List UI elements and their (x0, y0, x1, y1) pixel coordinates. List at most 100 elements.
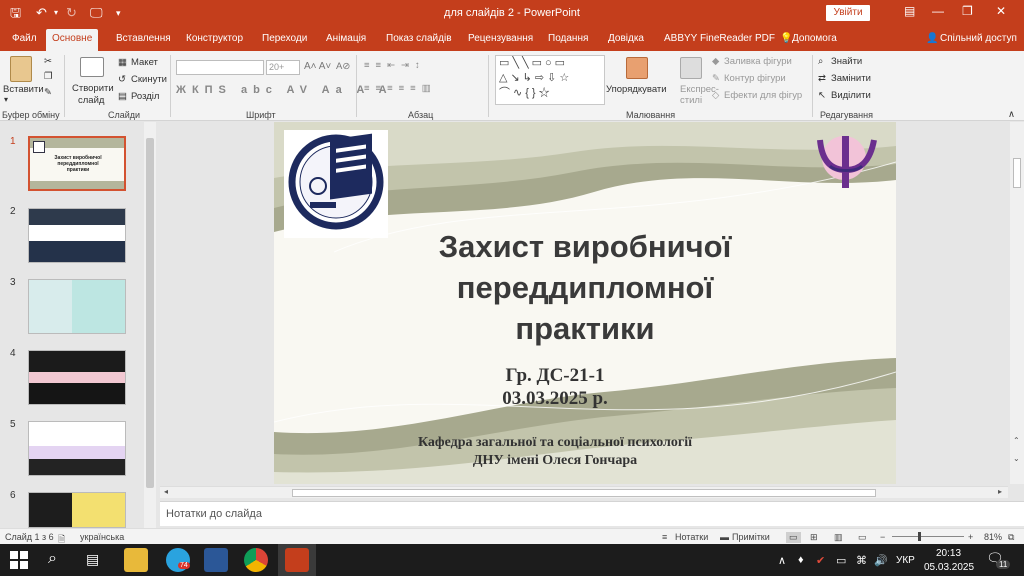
shape-effects-button[interactable]: Ефекти для фігур (724, 90, 802, 101)
zoom-slider-thumb[interactable] (918, 532, 921, 541)
word-icon[interactable] (204, 548, 228, 572)
slide-thumbnail-6[interactable] (28, 492, 126, 528)
shapes-gallery[interactable]: ▭╲╲▭○▭ △↘↳⇨⇩☆ ⌒∿{}☆ (495, 55, 605, 105)
slide-thumbnail-5[interactable] (28, 421, 126, 476)
tab-file[interactable]: Файл (12, 33, 37, 44)
language-indicator[interactable]: українська (80, 532, 124, 542)
scroll-left-icon[interactable]: ◂ (164, 487, 168, 496)
font-size-buttons[interactable]: A˄ A˅ (304, 61, 331, 72)
reset-button[interactable]: Скинути (131, 74, 167, 85)
slide-thumbnail-1[interactable]: Захист виробничої переддипломної практик… (28, 136, 126, 191)
fit-to-window-icon[interactable]: ⧉ (1008, 532, 1014, 543)
slide-horizontal-scrollbar[interactable]: ◂ ▸ (160, 486, 1008, 498)
cut-icon[interactable]: ✂ (44, 56, 52, 67)
shape-fill-button[interactable]: Заливка фігури (724, 56, 792, 67)
slide-thumbnail-2[interactable] (28, 208, 126, 263)
thumbnail-scrollbar[interactable] (144, 122, 156, 528)
replace-button[interactable]: Замінити (831, 73, 871, 84)
zoom-level[interactable]: 81% (984, 532, 1002, 542)
tab-tell-me[interactable]: Допомога (792, 33, 837, 44)
slide-vertical-scrollbar[interactable]: ⌃ ⌄ (1010, 122, 1024, 484)
tab-view[interactable]: Подання (548, 33, 588, 44)
tab-transitions[interactable]: Переходи (262, 33, 307, 44)
slide-canvas[interactable]: Захист виробничої переддипломної практик… (274, 122, 896, 484)
font-style-buttons[interactable]: ЖКПS abc AV Aa A A (176, 84, 393, 96)
minimize-button[interactable]: — (932, 4, 944, 18)
slide-title[interactable]: Захист виробничої переддипломної практик… (274, 226, 896, 349)
paste-button[interactable]: Вставити (3, 84, 44, 95)
list-buttons[interactable]: ≡≡⇤⇥↕ (364, 60, 426, 71)
tab-review[interactable]: Рецензування (468, 33, 533, 44)
search-icon[interactable]: ⌕ (48, 550, 57, 568)
tray-chevron-icon[interactable]: ∧ (778, 554, 786, 567)
format-painter-icon[interactable]: ✎ (44, 87, 52, 98)
next-slide-icon[interactable]: ⌄ (1013, 454, 1020, 463)
close-button[interactable]: ✕ (996, 4, 1006, 18)
share-button[interactable]: Спільний доступ (940, 33, 1017, 44)
tab-design[interactable]: Конструктор (186, 33, 243, 44)
slide-number: 4 (10, 348, 16, 359)
zoom-slider[interactable] (892, 536, 964, 537)
shape-outline-button[interactable]: Контур фігури (724, 73, 786, 84)
volume-icon[interactable]: 🔊 (874, 554, 888, 567)
paste-dropdown-icon[interactable]: ▾ (4, 95, 8, 104)
slide-subtitle[interactable]: Гр. ДС-21-1 03.03.2025 р. (274, 364, 866, 410)
chrome-icon[interactable] (244, 548, 268, 572)
windows-start-icon[interactable] (10, 551, 28, 569)
layout-button[interactable]: Макет (131, 57, 158, 68)
sign-in-button[interactable]: Увійти (826, 5, 870, 21)
tab-insert[interactable]: Вставлення (116, 33, 171, 44)
select-button[interactable]: Виділити (831, 90, 871, 101)
previous-slide-icon[interactable]: ⌃ (1013, 436, 1020, 445)
file-explorer-icon[interactable] (124, 548, 148, 572)
normal-view-icon[interactable]: ▭ (786, 532, 801, 543)
battery-icon[interactable]: ▭ (836, 554, 846, 567)
clock-date[interactable]: 05.03.2025 (924, 562, 974, 573)
quick-styles-icon[interactable] (680, 57, 702, 79)
tab-abbyy[interactable]: ABBYY FineReader PDF (664, 33, 775, 44)
wifi-icon[interactable]: ⌘ (856, 554, 867, 567)
find-button[interactable]: Знайти (831, 56, 862, 67)
tab-animations[interactable]: Анімація (326, 33, 366, 44)
tab-help[interactable]: Довідка (608, 33, 644, 44)
antivirus-icon[interactable]: ✔ (816, 554, 825, 567)
reading-view-icon[interactable]: ▥ (834, 532, 843, 543)
zoom-in-icon[interactable]: + (968, 532, 973, 542)
quick-styles-label-2[interactable]: стилі (680, 95, 702, 106)
slide-thumbnail-4[interactable] (28, 350, 126, 405)
task-view-icon[interactable]: ▤ (86, 551, 99, 568)
font-size-input[interactable]: 20+ (266, 60, 300, 75)
align-buttons[interactable]: ≡≡≡≡≡▥ (364, 83, 437, 94)
tray-app-icon[interactable]: ♦ (798, 554, 804, 566)
ribbon-display-icon[interactable]: ▤ (904, 4, 915, 18)
new-slide-button[interactable]: Створити (72, 83, 114, 94)
arrange-button[interactable]: Упорядкувати (606, 84, 667, 95)
notes-button[interactable]: Нотатки (675, 532, 708, 542)
new-slide-icon[interactable] (80, 57, 104, 77)
group-clipboard: Буфер обміну (2, 110, 60, 120)
arrange-icon[interactable] (626, 57, 648, 79)
input-language[interactable]: УКР (896, 555, 915, 566)
tab-home[interactable]: Основне (46, 29, 99, 51)
comments-button[interactable]: Примітки (732, 532, 770, 542)
zoom-out-icon[interactable]: − (880, 532, 885, 542)
department-text[interactable]: Кафедра загальної та соціальної психолог… (274, 434, 866, 470)
clear-format-icon[interactable]: A⊘ (336, 61, 350, 72)
clock-time[interactable]: 20:13 (936, 548, 961, 559)
slide-title-line: переддипломної (456, 270, 714, 305)
slideshow-view-icon[interactable]: ▭ (858, 532, 867, 543)
paste-icon[interactable] (10, 56, 32, 82)
tab-slideshow[interactable]: Показ слайдів (386, 33, 452, 44)
notes-pane[interactable]: Нотатки до слайда (160, 501, 1024, 526)
slide-sorter-icon[interactable]: ⊞ (810, 532, 818, 543)
font-name-input[interactable] (176, 60, 264, 75)
scroll-right-icon[interactable]: ▸ (998, 487, 1002, 496)
date-label: 03.03.2025 р. (502, 388, 608, 409)
copy-icon[interactable]: ❐ (44, 71, 53, 82)
new-slide-label-2[interactable]: слайд (78, 95, 104, 106)
maximize-button[interactable]: ❐ (962, 4, 973, 18)
section-button[interactable]: Розділ (131, 91, 159, 102)
collapse-ribbon-icon[interactable]: ∧ (1008, 109, 1015, 120)
powerpoint-icon[interactable] (285, 548, 309, 572)
slide-thumbnail-3[interactable] (28, 279, 126, 334)
